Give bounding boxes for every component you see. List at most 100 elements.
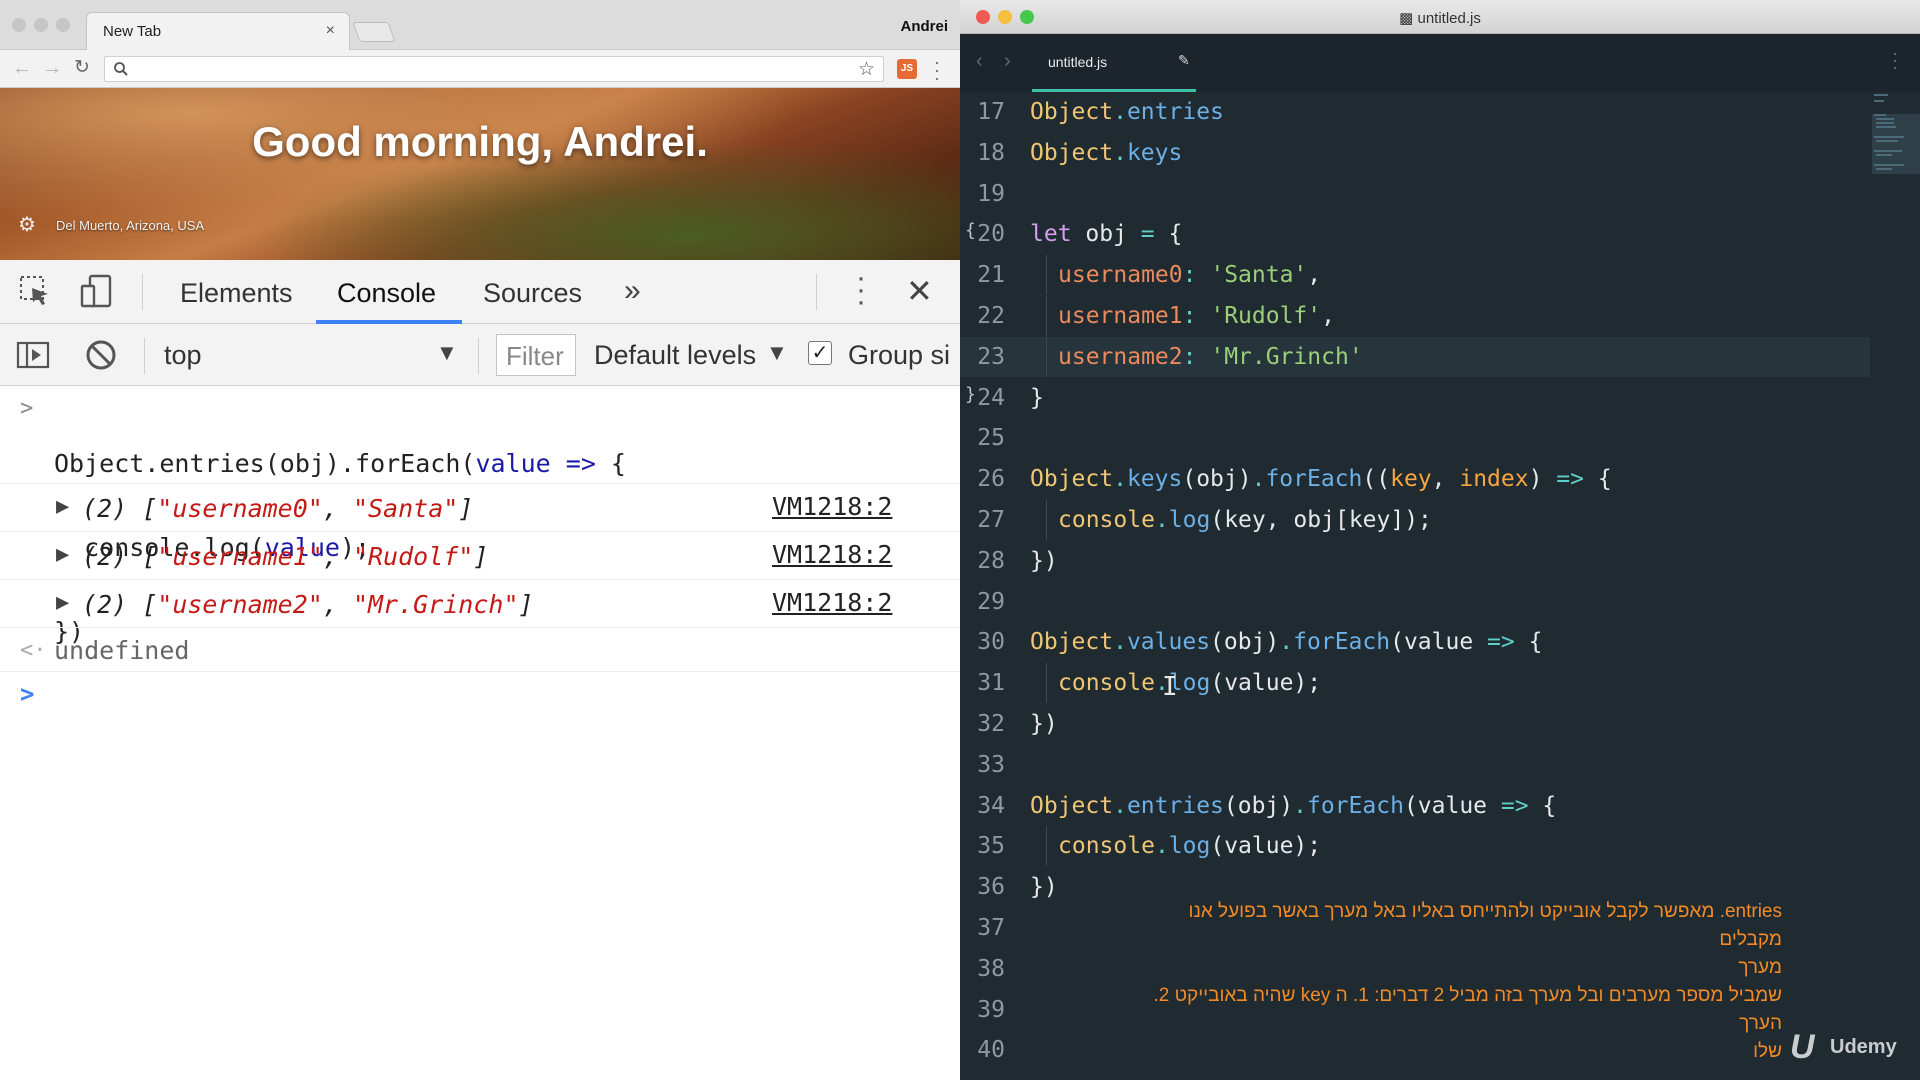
tab-sources[interactable]: Sources bbox=[483, 278, 582, 309]
console-log-row[interactable]: ▶ (2) ["username2", "Mr.Grinch"] VM1218:… bbox=[0, 580, 960, 628]
console-sidebar-icon[interactable] bbox=[16, 338, 50, 372]
udemy-logo-icon: U bbox=[1790, 1028, 1815, 1066]
extension-icon[interactable]: JS bbox=[897, 59, 917, 79]
line-number[interactable]: 25 bbox=[960, 425, 1005, 451]
editor-tabbar: ‹ › untitled.js ✎ · · · bbox=[960, 34, 1920, 92]
code-line[interactable]: 24}} bbox=[960, 378, 1870, 418]
line-number[interactable]: 21 bbox=[960, 262, 1005, 288]
line-number[interactable]: 23 bbox=[960, 344, 1005, 370]
close-devtools-icon[interactable]: ✕ bbox=[906, 272, 933, 310]
code-line[interactable]: 41 bbox=[960, 1071, 1870, 1080]
group-similar-checkbox[interactable]: ✓ bbox=[808, 341, 832, 365]
line-number[interactable]: 31 bbox=[960, 670, 1005, 696]
source-link[interactable]: VM1218:2 bbox=[772, 540, 892, 569]
new-tab-button[interactable] bbox=[352, 22, 396, 42]
code-line[interactable]: 28}) bbox=[960, 541, 1870, 581]
line-number[interactable]: 30 bbox=[960, 629, 1005, 655]
code-line[interactable]: 30 Object.values(obj).forEach(value => { bbox=[960, 622, 1870, 662]
line-number[interactable]: 28 bbox=[960, 548, 1005, 574]
device-toolbar-icon[interactable] bbox=[80, 274, 114, 308]
code-line[interactable]: 25 bbox=[960, 418, 1870, 458]
expand-triangle-icon[interactable]: ▶ bbox=[56, 542, 69, 567]
window-close-button[interactable] bbox=[12, 18, 26, 32]
code-line[interactable]: 31 console.log(value); bbox=[960, 663, 1870, 704]
tab-back-icon[interactable]: ‹ bbox=[976, 50, 983, 73]
editor-tab-untitled[interactable]: untitled.js ✎ bbox=[1032, 34, 1196, 92]
gear-icon[interactable]: ⚙ bbox=[18, 212, 36, 237]
inspect-element-icon[interactable] bbox=[18, 274, 52, 308]
tab-elements[interactable]: Elements bbox=[180, 278, 293, 309]
code-line[interactable]: 21 username0: 'Santa', bbox=[960, 255, 1870, 296]
fold-marker-icon[interactable]: { bbox=[965, 220, 976, 241]
reload-icon[interactable]: ↻ bbox=[74, 56, 90, 79]
photo-location[interactable]: Del Muerto, Arizona, USA bbox=[56, 218, 204, 233]
console-log-row[interactable]: ▶ (2) ["username0", "Santa"] VM1218:2 bbox=[0, 484, 960, 532]
expand-triangle-icon[interactable]: ▶ bbox=[56, 494, 69, 519]
line-number[interactable]: 26 bbox=[960, 466, 1005, 492]
code-line[interactable]: 35 console.log(value); bbox=[960, 826, 1870, 867]
bookmark-star-icon[interactable]: ☆ bbox=[858, 58, 875, 81]
minimap-line bbox=[1874, 164, 1904, 166]
code-line[interactable]: 22 username1: 'Rudolf', bbox=[960, 296, 1870, 336]
line-number[interactable]: 17 bbox=[960, 99, 1005, 125]
address-bar[interactable]: ☆ bbox=[104, 56, 884, 82]
line-number[interactable]: 38 bbox=[960, 956, 1005, 982]
code-line[interactable]: 26 Object.keys(obj).forEach((key, index) … bbox=[960, 459, 1870, 499]
tab-forward-icon[interactable]: › bbox=[1004, 50, 1011, 73]
line-number[interactable]: 19 bbox=[960, 181, 1005, 207]
browser-tab-title: New Tab bbox=[103, 23, 162, 40]
console-log-row[interactable]: ▶ (2) ["username1", "Rudolf"] VM1218:2 bbox=[0, 532, 960, 580]
filter-input[interactable]: Filter bbox=[496, 334, 576, 376]
browser-tab-new-tab[interactable]: New Tab × bbox=[86, 12, 350, 50]
code-text: }) bbox=[1030, 547, 1058, 574]
line-number[interactable]: 39 bbox=[960, 997, 1005, 1023]
log-levels-select[interactable]: Default levels bbox=[594, 340, 756, 371]
window-zoom-button[interactable] bbox=[56, 18, 70, 32]
line-number[interactable]: 27 bbox=[960, 507, 1005, 533]
devtools-menu-icon[interactable]: · · · bbox=[856, 263, 866, 317]
indent-guide bbox=[1046, 296, 1047, 336]
line-number[interactable]: 37 bbox=[960, 915, 1005, 941]
editor-menu-icon[interactable]: · · · bbox=[1892, 44, 1898, 76]
minimap-line bbox=[1876, 168, 1892, 170]
fold-marker-icon[interactable]: } bbox=[965, 384, 976, 405]
code-line[interactable]: 17 Object.entries bbox=[960, 92, 1870, 132]
more-tabs-icon[interactable]: » bbox=[624, 274, 641, 308]
clear-console-icon[interactable] bbox=[84, 338, 118, 372]
line-number[interactable]: 22 bbox=[960, 303, 1005, 329]
code-line[interactable]: 19 bbox=[960, 174, 1870, 214]
console-prompt-row[interactable]: > bbox=[0, 672, 960, 716]
execution-context-select[interactable]: top bbox=[164, 340, 202, 371]
code-line[interactable]: 29 bbox=[960, 582, 1870, 622]
tab-close-icon[interactable]: × bbox=[326, 22, 335, 40]
code-line[interactable]: 23 username2: 'Mr.Grinch' bbox=[960, 336, 1870, 377]
line-number[interactable]: 36 bbox=[960, 874, 1005, 900]
source-link[interactable]: VM1218:2 bbox=[772, 588, 892, 617]
line-number[interactable]: 34 bbox=[960, 793, 1005, 819]
dropdown-arrow-icon[interactable]: ▼ bbox=[436, 340, 458, 366]
code-line[interactable]: 27 console.log(key, obj[key]); bbox=[960, 500, 1870, 540]
window-minimize-button[interactable] bbox=[34, 18, 48, 32]
line-number[interactable]: 32 bbox=[960, 711, 1005, 737]
line-number[interactable]: 18 bbox=[960, 140, 1005, 166]
forward-arrow-icon[interactable]: → bbox=[42, 57, 62, 80]
profile-name[interactable]: Andrei bbox=[900, 18, 948, 35]
expand-triangle-icon[interactable]: ▶ bbox=[56, 590, 69, 615]
tab-console[interactable]: Console bbox=[337, 278, 436, 309]
line-number[interactable]: 35 bbox=[960, 833, 1005, 859]
code-line[interactable]: 32}) bbox=[960, 704, 1870, 744]
code-line[interactable]: 20{let obj = { bbox=[960, 214, 1870, 254]
minimap-line bbox=[1876, 140, 1898, 142]
code-line[interactable]: 33 bbox=[960, 745, 1870, 785]
back-arrow-icon[interactable]: ← bbox=[12, 57, 32, 80]
line-number[interactable]: 29 bbox=[960, 589, 1005, 615]
chrome-menu-icon[interactable]: · · · bbox=[934, 53, 940, 87]
source-link[interactable]: VM1218:2 bbox=[772, 492, 892, 521]
dropdown-arrow-icon[interactable]: ▼ bbox=[766, 340, 788, 366]
code-line[interactable]: 34 Object.entries(obj).forEach(value => { bbox=[960, 786, 1870, 826]
line-number[interactable]: 40 bbox=[960, 1037, 1005, 1063]
minimap[interactable] bbox=[1872, 92, 1920, 192]
new-tab-background-photo: Good morning, Andrei. ⚙ Del Muerto, Ariz… bbox=[0, 88, 960, 260]
line-number[interactable]: 33 bbox=[960, 752, 1005, 778]
code-line[interactable]: 18 Object.keys bbox=[960, 133, 1870, 173]
